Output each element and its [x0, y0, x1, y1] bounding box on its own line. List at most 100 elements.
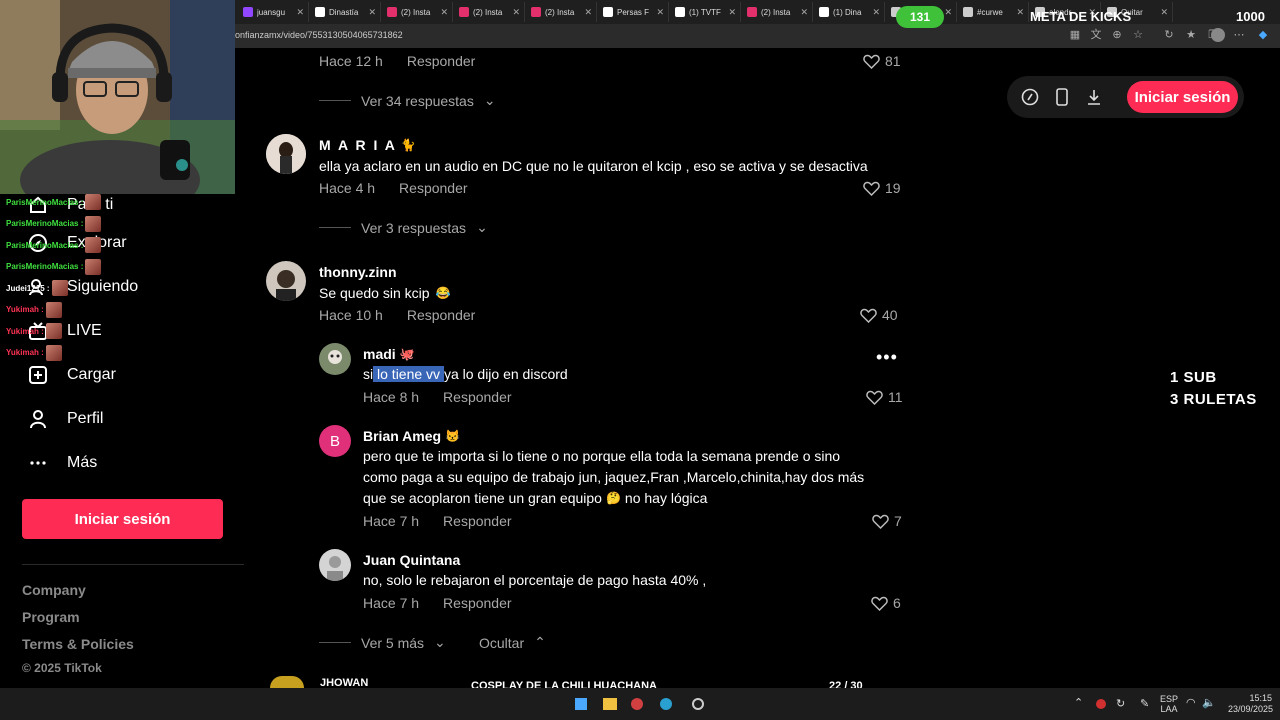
- browser-tab[interactable]: Persas F ✕: [599, 2, 669, 22]
- comment-username[interactable]: JHOWAN: [320, 678, 368, 688]
- sidebar-login-button[interactable]: Iniciar sesión: [22, 499, 223, 539]
- sidebar-item-more[interactable]: Más: [27, 452, 97, 474]
- footer-link-program[interactable]: Program: [22, 609, 80, 625]
- browser-icon[interactable]: [660, 698, 672, 710]
- obs-icon[interactable]: [692, 698, 704, 710]
- wifi-icon[interactable]: ◠: [1186, 696, 1196, 709]
- close-tab-icon[interactable]: ✕: [1016, 7, 1024, 18]
- avatar[interactable]: [319, 549, 351, 581]
- address-bar[interactable]: onfianzamx/video/7553130504065731862 ▦ 文…: [235, 24, 1280, 48]
- reply-button[interactable]: Responder: [407, 53, 476, 69]
- url-text[interactable]: onfianzamx/video/7553130504065731862: [235, 30, 403, 40]
- avatar[interactable]: [266, 134, 306, 174]
- tab-label: (2) Insta: [473, 7, 503, 17]
- close-tab-icon[interactable]: ✕: [440, 7, 448, 18]
- footer-link-terms[interactable]: Terms & Policies: [22, 636, 134, 652]
- view-replies-label: Ver 34 respuestas: [361, 92, 474, 109]
- sidebar-item-profile[interactable]: Perfil: [27, 408, 103, 430]
- close-tab-icon[interactable]: ✕: [944, 7, 952, 18]
- comment-username[interactable]: madi 🐙: [363, 346, 415, 362]
- like-button[interactable]: 11: [866, 389, 903, 405]
- tray-app-icon[interactable]: [1096, 699, 1106, 709]
- close-tab-icon[interactable]: ✕: [872, 7, 880, 18]
- hide-replies-button[interactable]: Ocultar ⌃: [479, 634, 546, 651]
- clock[interactable]: 15:15 23/09/2025: [1228, 693, 1273, 715]
- download-icon[interactable]: [1084, 87, 1104, 107]
- browser-tab[interactable]: (2) Insta ✕: [743, 2, 813, 22]
- tray-refresh-icon[interactable]: ↻: [1116, 697, 1125, 710]
- view-more-replies-button[interactable]: Ver 5 más ⌄: [319, 634, 446, 651]
- coins-icon[interactable]: [1020, 87, 1040, 107]
- comment-options-icon[interactable]: •••: [876, 347, 898, 368]
- close-tab-icon[interactable]: ✕: [296, 7, 304, 18]
- reply-button[interactable]: Responder: [443, 595, 512, 611]
- sidebar-item-label: Siguiendo: [67, 278, 139, 295]
- tray-chevron-up-icon[interactable]: ⌃: [1074, 696, 1083, 709]
- browser-tab[interactable]: Dinastía ✕: [311, 2, 381, 22]
- browser-tab[interactable]: (1) TVTF ✕: [671, 2, 741, 22]
- reply-button[interactable]: Responder: [399, 180, 468, 196]
- avatar[interactable]: B: [319, 425, 351, 457]
- translate-icon[interactable]: 文: [1090, 29, 1102, 41]
- profile-avatar-icon[interactable]: [1211, 28, 1225, 42]
- hide-label: Ocultar: [479, 634, 525, 651]
- tab-label: (2) Insta: [761, 7, 791, 17]
- comment-meta: Hace 7 h Responder: [363, 595, 512, 611]
- start-icon[interactable]: [575, 698, 587, 710]
- tab-label: Dinastía: [329, 7, 359, 17]
- view-replies-button[interactable]: Ver 34 respuestas ⌄: [319, 92, 496, 109]
- language-indicator[interactable]: ESP LAA: [1160, 694, 1178, 714]
- comment-username[interactable]: thonny.zinn: [319, 264, 397, 280]
- close-tab-icon[interactable]: ✕: [1160, 7, 1168, 18]
- close-tab-icon[interactable]: ✕: [368, 7, 376, 18]
- browser-tab[interactable]: (2) Insta ✕: [383, 2, 453, 22]
- sidebar-item-upload[interactable]: Cargar: [27, 364, 116, 386]
- comment-meta: Hace 12 h Responder: [319, 53, 475, 69]
- zoom-icon[interactable]: ⊕: [1111, 29, 1123, 41]
- close-tab-icon[interactable]: ✕: [512, 7, 520, 18]
- footer-link-company[interactable]: Company: [22, 582, 86, 598]
- comment-username[interactable]: M A R I A 🐈: [319, 137, 418, 153]
- close-tab-icon[interactable]: ✕: [584, 7, 592, 18]
- app-icon[interactable]: [631, 698, 643, 710]
- browser-tab[interactable]: (2) Insta ✕: [527, 2, 597, 22]
- browser-tab[interactable]: (1) Dina ✕: [815, 2, 885, 22]
- chat-username: ParisMerinoMacias :: [6, 262, 84, 271]
- favorites-icon[interactable]: ★: [1185, 29, 1197, 41]
- file-explorer-icon[interactable]: [603, 698, 617, 710]
- kick-goal-target: 1000: [1236, 9, 1265, 24]
- bookmark-star-icon[interactable]: ☆: [1132, 29, 1144, 41]
- like-count: 7: [894, 513, 902, 529]
- like-button[interactable]: 81: [863, 53, 901, 69]
- tray-pen-icon[interactable]: ✎: [1140, 697, 1149, 710]
- copilot-icon[interactable]: ◆: [1257, 29, 1269, 41]
- avatar[interactable]: [270, 676, 304, 688]
- like-button[interactable]: 40: [860, 307, 898, 323]
- refresh-icon[interactable]: ↻: [1163, 29, 1175, 41]
- like-button[interactable]: 7: [872, 513, 902, 529]
- close-tab-icon[interactable]: ✕: [728, 7, 736, 18]
- browser-tab[interactable]: #curwe ✕: [959, 2, 1029, 22]
- top-login-button[interactable]: Iniciar sesión: [1127, 81, 1238, 113]
- browser-tab[interactable]: juansgu ✕: [239, 2, 309, 22]
- like-button[interactable]: 6: [871, 595, 901, 611]
- reply-button[interactable]: Responder: [443, 513, 512, 529]
- avatar[interactable]: [319, 343, 351, 375]
- tab-label: (2) Insta: [545, 7, 575, 17]
- grid-icon[interactable]: ▦: [1069, 29, 1081, 41]
- browser-tab[interactable]: (2) Insta ✕: [455, 2, 525, 22]
- comment-username[interactable]: Juan Quintana: [363, 552, 460, 568]
- like-button[interactable]: 19: [863, 180, 901, 196]
- mobile-icon[interactable]: [1052, 87, 1072, 107]
- tab-label: juansgu: [257, 7, 286, 17]
- chat-emote-icon: [45, 344, 62, 361]
- view-replies-button[interactable]: Ver 3 respuestas ⌄: [319, 219, 488, 236]
- volume-icon[interactable]: 🔈: [1202, 696, 1216, 709]
- reply-button[interactable]: Responder: [443, 389, 512, 405]
- reply-button[interactable]: Responder: [407, 307, 476, 323]
- close-tab-icon[interactable]: ✕: [656, 7, 664, 18]
- close-tab-icon[interactable]: ✕: [800, 7, 808, 18]
- avatar[interactable]: [266, 261, 306, 301]
- comment-username[interactable]: Brian Ameg 😾: [363, 428, 460, 444]
- menu-dots-icon[interactable]: ⋯: [1233, 29, 1245, 41]
